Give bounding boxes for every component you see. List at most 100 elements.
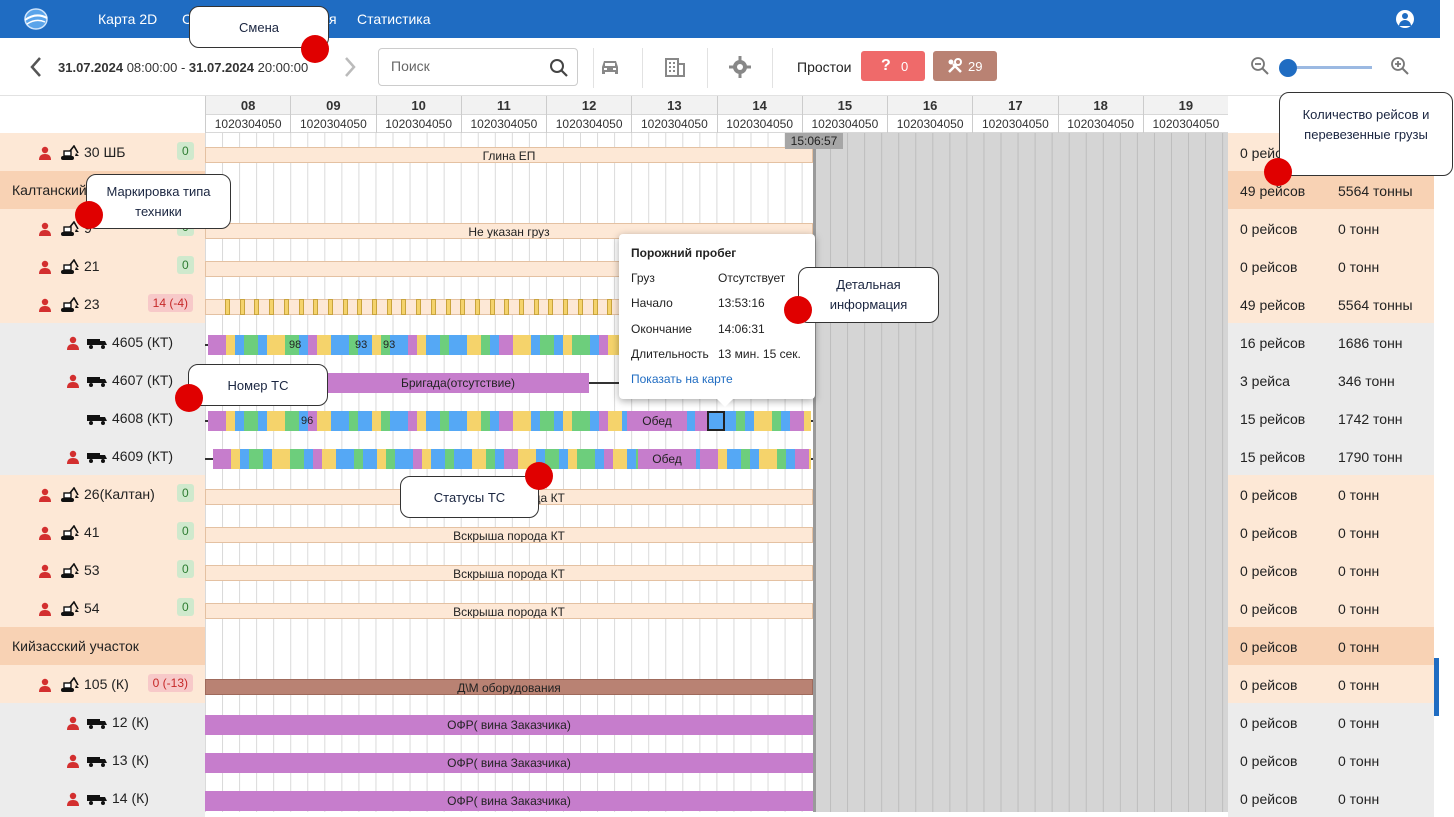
cargo-bar[interactable]: Вскрыша порода КТ bbox=[205, 527, 813, 543]
zoom-in-icon[interactable] bbox=[1390, 56, 1410, 76]
status-segment[interactable] bbox=[208, 411, 226, 431]
show-on-map-link[interactable]: Показать на карте bbox=[631, 372, 733, 386]
status-segment[interactable] bbox=[422, 449, 431, 469]
vehicle-row[interactable]: 41 0 bbox=[0, 513, 205, 551]
status-segment[interactable] bbox=[308, 335, 317, 355]
status-segment[interactable] bbox=[513, 335, 531, 355]
status-segment[interactable] bbox=[804, 411, 811, 431]
status-segment[interactable] bbox=[349, 411, 358, 431]
status-segment[interactable] bbox=[313, 449, 322, 469]
vehicle-row[interactable]: 4607 (КТ) bbox=[0, 361, 205, 399]
status-segment[interactable] bbox=[317, 411, 331, 431]
status-segment[interactable] bbox=[781, 411, 790, 431]
loading-mark[interactable] bbox=[313, 299, 319, 315]
status-segment[interactable] bbox=[627, 449, 636, 469]
status-segment[interactable] bbox=[777, 449, 786, 469]
status-segment[interactable] bbox=[267, 335, 285, 355]
app-logo-icon[interactable] bbox=[22, 6, 50, 32]
cargo-bar[interactable]: Глина ЕП bbox=[205, 147, 813, 163]
building-filter-icon[interactable] bbox=[663, 55, 687, 79]
vehicle-row[interactable]: 53 0 bbox=[0, 551, 205, 589]
loading-mark[interactable] bbox=[386, 299, 392, 315]
search-icon[interactable] bbox=[549, 58, 569, 78]
status-segment[interactable] bbox=[504, 449, 518, 469]
loading-mark[interactable] bbox=[577, 299, 583, 315]
next-shift-chevron-icon[interactable] bbox=[342, 56, 358, 78]
user-account-icon[interactable] bbox=[1396, 10, 1414, 28]
status-segment[interactable] bbox=[244, 411, 258, 431]
status-segment[interactable] bbox=[240, 449, 249, 469]
status-segment[interactable] bbox=[490, 335, 499, 355]
status-segment[interactable] bbox=[208, 335, 226, 355]
status-segment[interactable] bbox=[272, 449, 290, 469]
loading-mark[interactable] bbox=[225, 299, 230, 315]
lunch-status-bar[interactable]: Обед bbox=[638, 449, 696, 469]
status-segment[interactable] bbox=[467, 335, 481, 355]
vehicle-row[interactable]: 54 0 bbox=[0, 589, 205, 627]
zoom-slider[interactable] bbox=[1279, 59, 1372, 77]
status-segment[interactable] bbox=[595, 449, 604, 469]
loading-mark[interactable] bbox=[357, 299, 363, 315]
status-segment[interactable] bbox=[426, 411, 440, 431]
status-segment[interactable] bbox=[417, 335, 426, 355]
vehicle-row[interactable]: 105 (К) 0 (-13) bbox=[0, 665, 205, 703]
status-segment[interactable] bbox=[290, 449, 304, 469]
idle-status-bar[interactable]: ОФР( вина Заказчика) bbox=[205, 791, 813, 811]
status-segment[interactable] bbox=[613, 449, 627, 469]
loading-mark[interactable] bbox=[519, 299, 524, 315]
loading-mark[interactable] bbox=[504, 299, 510, 315]
status-segment[interactable] bbox=[790, 411, 804, 431]
idle-status-bar[interactable]: Бригада(отсутствие) bbox=[327, 373, 589, 393]
status-segment[interactable] bbox=[700, 449, 718, 469]
status-segment[interactable] bbox=[772, 411, 781, 431]
loading-mark[interactable] bbox=[239, 299, 245, 315]
cargo-bar[interactable]: Вскрыша порода КТ bbox=[205, 565, 813, 581]
status-segment[interactable] bbox=[754, 411, 772, 431]
idle-repair-button[interactable]: 29 bbox=[933, 51, 997, 81]
status-segment[interactable] bbox=[440, 411, 449, 431]
status-segment[interactable] bbox=[413, 449, 422, 469]
status-segment[interactable] bbox=[304, 449, 313, 469]
vehicle-row[interactable]: 21 0 bbox=[0, 247, 205, 285]
loading-mark[interactable] bbox=[327, 299, 333, 315]
status-segment[interactable] bbox=[426, 335, 440, 355]
status-segment[interactable] bbox=[235, 335, 244, 355]
status-segment[interactable] bbox=[235, 411, 244, 431]
status-segment[interactable] bbox=[572, 411, 590, 431]
loading-mark[interactable] bbox=[474, 299, 480, 315]
status-segment[interactable] bbox=[513, 411, 531, 431]
status-segment[interactable] bbox=[599, 411, 608, 431]
loading-mark[interactable] bbox=[489, 299, 495, 315]
loading-mark[interactable] bbox=[342, 299, 348, 315]
status-segment[interactable] bbox=[608, 411, 622, 431]
status-segment[interactable] bbox=[809, 449, 811, 469]
status-segment[interactable] bbox=[559, 449, 568, 469]
status-segment[interactable] bbox=[354, 449, 363, 469]
status-segment[interactable] bbox=[599, 335, 608, 355]
selected-segment[interactable] bbox=[707, 411, 725, 431]
status-segment[interactable] bbox=[449, 335, 467, 355]
status-segment[interactable] bbox=[322, 449, 336, 469]
vehicle-row[interactable]: 13 (К) bbox=[0, 741, 205, 779]
status-segment[interactable] bbox=[486, 449, 495, 469]
zoom-slider-knob[interactable] bbox=[1279, 59, 1297, 77]
status-segment[interactable] bbox=[736, 411, 745, 431]
status-segment[interactable] bbox=[554, 335, 563, 355]
status-segment[interactable] bbox=[226, 335, 235, 355]
status-segment[interactable] bbox=[285, 411, 299, 431]
status-segment[interactable] bbox=[258, 411, 267, 431]
status-segment[interactable] bbox=[727, 449, 741, 469]
search-input[interactable] bbox=[391, 58, 541, 74]
nav-shift-tail[interactable]: я bbox=[329, 11, 337, 27]
status-segment[interactable] bbox=[540, 335, 554, 355]
idle-status-bar[interactable]: ОФР( вина Заказчика) bbox=[205, 715, 813, 735]
status-segment[interactable] bbox=[263, 449, 272, 469]
status-segment[interactable] bbox=[499, 335, 513, 355]
status-segment[interactable] bbox=[249, 449, 263, 469]
vehicle-row[interactable]: 26(Калтан) 0 bbox=[0, 475, 205, 513]
status-segment[interactable] bbox=[445, 449, 454, 469]
status-segment[interactable] bbox=[372, 335, 381, 355]
status-segment[interactable] bbox=[244, 335, 258, 355]
status-segment[interactable] bbox=[499, 411, 513, 431]
loading-mark[interactable] bbox=[416, 299, 422, 315]
